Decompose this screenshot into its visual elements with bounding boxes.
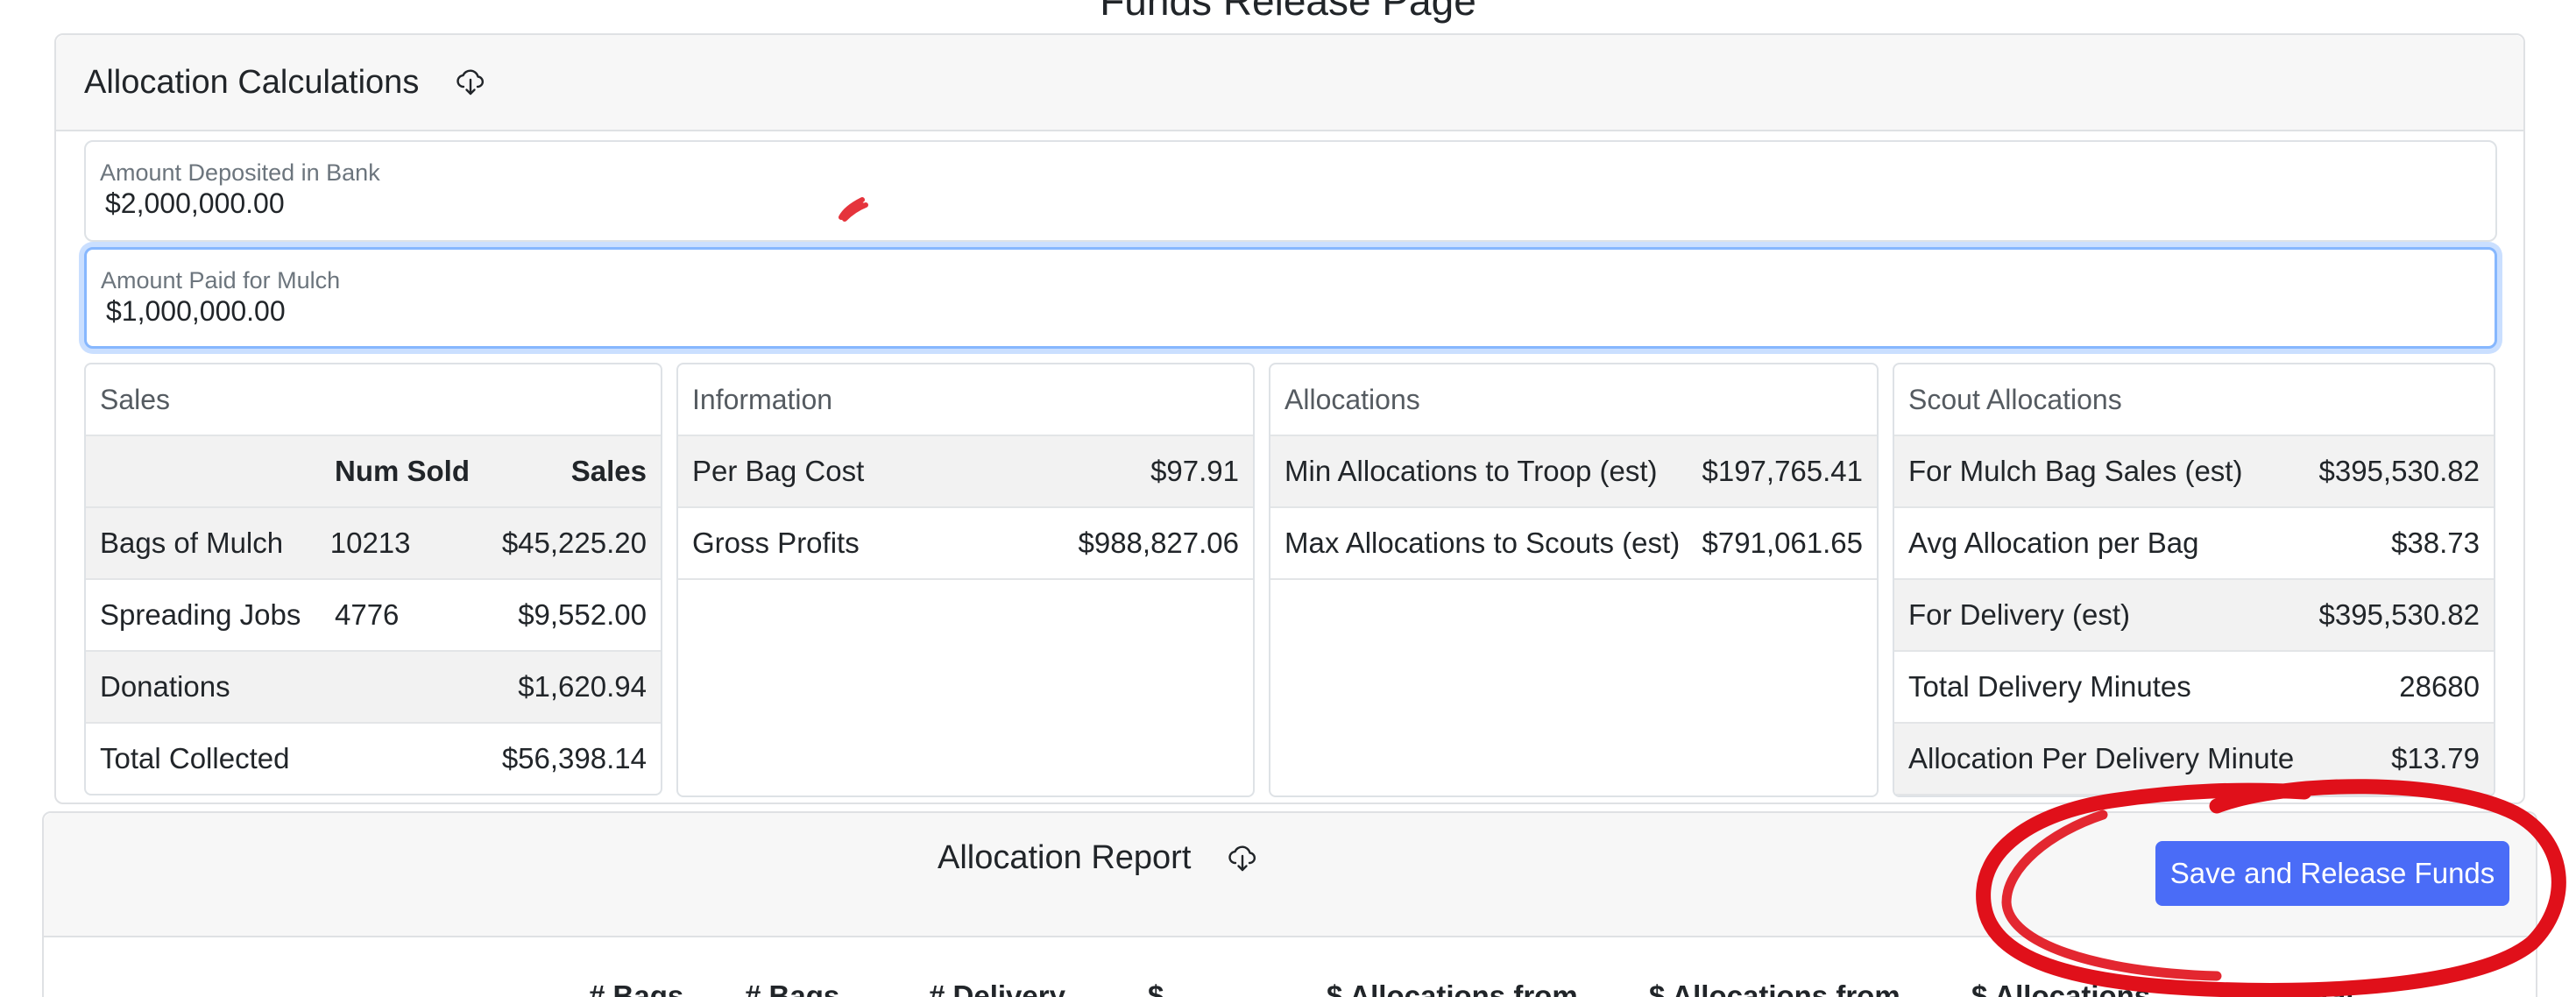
table-row: Avg Allocation per Bag $38.73 — [1894, 508, 2494, 580]
column-header: $ Allocations — [1971, 979, 2151, 997]
row-label: Spreading Jobs — [100, 598, 301, 631]
sales-table-header: Num Sold Sales — [86, 436, 661, 508]
row-value: $988,827.06 — [1078, 527, 1239, 559]
table-row: Allocation Per Delivery Minute $13.79 — [1894, 724, 2494, 795]
row-amount: $56,398.14 — [501, 742, 647, 774]
column-header: # Bags — [745, 979, 840, 997]
scout-allocations-panel-title: Scout Allocations — [1894, 364, 2494, 436]
table-row: Per Bag Cost $97.91 — [678, 436, 1253, 508]
allocation-calculations-title: Allocation Calculations — [84, 63, 420, 101]
amount-deposited-field: Amount Deposited in Bank — [84, 140, 2497, 242]
row-label: For Delivery (est) — [1908, 598, 2131, 631]
row-label: Total Delivery Minutes — [1908, 670, 2191, 703]
amount-deposited-label: Amount Deposited in Bank — [100, 159, 380, 186]
allocations-panel: Allocations Min Allocations to Troop (es… — [1269, 363, 1879, 797]
row-label: For Mulch Bag Sales (est) — [1908, 455, 2243, 487]
cloud-download-icon[interactable] — [456, 67, 485, 97]
allocations-panel-title: Allocations — [1270, 364, 1877, 436]
amount-paid-mulch-field: Amount Paid for Mulch — [84, 247, 2497, 349]
column-header: $ Allocations from — [1649, 979, 1900, 997]
row-label: Max Allocations to Scouts (est) — [1284, 527, 1681, 559]
amount-deposited-input[interactable] — [105, 187, 1157, 220]
table-row: Max Allocations to Scouts (est) $791,061… — [1270, 508, 1877, 580]
table-row: For Mulch Bag Sales (est) $395,530.82 — [1894, 436, 2494, 508]
row-value: $13.79 — [2391, 742, 2480, 774]
information-panel-title: Information — [678, 364, 1253, 436]
row-num: 4776 — [335, 598, 400, 631]
allocation-report-table-header: # Bags # Bags # Delivery $ $ Allocations… — [44, 979, 2539, 997]
row-label: Gross Profits — [692, 527, 860, 559]
column-header: Total — [2287, 979, 2354, 997]
amount-paid-mulch-label: Amount Paid for Mulch — [101, 267, 341, 293]
row-label: Per Bag Cost — [692, 455, 865, 487]
row-value: $38.73 — [2391, 527, 2480, 559]
row-value: $395,530.82 — [2318, 598, 2480, 631]
row-value: $395,530.82 — [2318, 455, 2480, 487]
sales-header: Sales — [570, 455, 647, 487]
table-row: For Delivery (est) $395,530.82 — [1894, 580, 2494, 652]
column-header: # Delivery — [929, 979, 1065, 997]
row-label: Bags of Mulch — [100, 527, 284, 559]
row-num: 10213 — [329, 527, 411, 559]
table-row: Donations $1,620.94 — [86, 652, 661, 724]
num-sold-header: Num Sold — [335, 455, 470, 487]
save-and-release-funds-button[interactable]: Save and Release Funds — [2155, 841, 2509, 906]
amount-paid-mulch-input[interactable] — [106, 295, 1157, 328]
row-value: $791,061.65 — [1702, 527, 1863, 559]
allocation-report-card: Allocation Report Save and Release Funds… — [42, 811, 2537, 997]
scout-allocations-panel: Scout Allocations For Mulch Bag Sales (e… — [1893, 363, 2495, 797]
row-label: Donations — [100, 670, 230, 703]
row-amount: $1,620.94 — [518, 670, 647, 703]
table-row: Total Collected $56,398.14 — [86, 724, 661, 794]
table-row: Total Delivery Minutes 28680 — [1894, 652, 2494, 724]
allocation-report-title: Allocation Report — [938, 839, 1192, 876]
row-amount: $45,225.20 — [501, 527, 647, 559]
row-label: Total Collected — [100, 742, 290, 774]
cloud-download-icon[interactable] — [1228, 844, 1257, 873]
allocation-calculations-header: Allocation Calculations — [56, 35, 2523, 131]
row-value: $97.91 — [1150, 455, 1239, 487]
table-row: Min Allocations to Troop (est) $197,765.… — [1270, 436, 1877, 508]
row-label: Avg Allocation per Bag — [1908, 527, 2199, 559]
table-row: Spreading Jobs 4776 $9,552.00 — [86, 580, 661, 652]
information-panel: Information Per Bag Cost $97.91 Gross Pr… — [676, 363, 1255, 797]
table-row: Gross Profits $988,827.06 — [678, 508, 1253, 580]
sales-panel-title: Sales — [86, 364, 661, 436]
column-header: # Bags — [589, 979, 684, 997]
sales-panel: Sales Num Sold Sales Bags of Mulch 10213… — [84, 363, 662, 795]
row-value: $197,765.41 — [1702, 455, 1863, 487]
row-label: Min Allocations to Troop (est) — [1284, 455, 1658, 487]
row-amount: $9,552.00 — [518, 598, 647, 631]
row-value: 28680 — [2399, 670, 2480, 703]
allocation-report-header: Allocation Report Save and Release Funds — [44, 813, 2536, 937]
column-header: $ — [1148, 979, 1164, 997]
table-row: Bags of Mulch 10213 $45,225.20 — [86, 508, 661, 580]
row-label: Allocation Per Delivery Minute — [1908, 742, 2295, 774]
column-header: $ Allocations from — [1327, 979, 1578, 997]
page-title: Funds Release Page — [1100, 0, 1476, 24]
